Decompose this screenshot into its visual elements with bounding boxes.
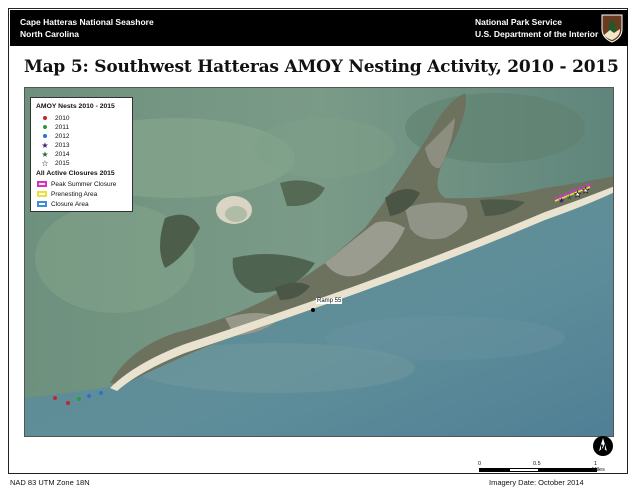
blue-box-icon	[37, 201, 47, 207]
legend-item-prenesting-area: Prenesting Area	[36, 190, 97, 198]
scale-unit: Miles	[592, 467, 605, 473]
north-arrow-icon: N	[593, 436, 613, 456]
legend-item-2014: ★ 2014	[39, 149, 69, 159]
ramp-55-label: Ramp 55	[316, 298, 343, 304]
scale-tick-0: 0	[478, 461, 482, 467]
imagery-date: Imagery Date: October 2014	[489, 478, 584, 487]
legend-item-closure-area: Closure Area	[36, 200, 89, 208]
scale-tick-half: 0.5	[533, 461, 541, 467]
red-dot-icon	[43, 116, 47, 120]
map-title: Map 5: Southwest Hatteras AMOY Nesting A…	[24, 57, 619, 77]
green-dot-icon	[43, 125, 47, 129]
ramp-55-point[interactable]	[311, 308, 315, 312]
legend-nests-heading: AMOY Nests 2010 - 2015	[36, 103, 115, 110]
nest-star-2015b[interactable]: ★	[582, 186, 590, 196]
legend-item-2010: 2010	[39, 114, 69, 122]
blue-dot-icon	[43, 134, 47, 138]
svg-text:★: ★	[558, 196, 565, 205]
legend-item-2015: ☆ 2015	[39, 158, 69, 168]
white-star-icon: ☆	[41, 158, 49, 168]
nest-dot-2010b[interactable]	[66, 401, 70, 405]
nest-dot-2010[interactable]	[53, 396, 57, 400]
dashed-magenta-box-icon	[37, 181, 47, 187]
nest-star-2014[interactable]: ★	[566, 193, 573, 202]
nest-dot-2012b[interactable]	[99, 391, 103, 395]
svg-text:N: N	[600, 444, 605, 451]
projection-note: NAD 83 UTM Zone 18N	[10, 478, 90, 487]
agency-name: National Park Service	[475, 17, 562, 27]
legend-item-2013: ★ 2013	[39, 140, 69, 150]
nest-dot-2011[interactable]	[77, 397, 81, 401]
svg-text:★: ★	[582, 186, 589, 195]
legend-closures-heading: All Active Closures 2015	[36, 170, 115, 177]
legend-item-2011: 2011	[39, 123, 69, 131]
header-banner: Cape Hatteras National Seashore North Ca…	[10, 10, 628, 46]
nest-star-2015[interactable]: ★	[574, 190, 582, 200]
department-name: U.S. Department of the Interior	[475, 29, 599, 39]
map-legend: AMOY Nests 2010 - 2015 2010 2011 2012 ★ …	[30, 97, 133, 212]
nest-star-2013[interactable]: ★	[558, 196, 565, 205]
yellow-box-icon	[37, 191, 47, 197]
state-name: North Carolina	[20, 29, 80, 39]
legend-item-2012: 2012	[39, 132, 69, 140]
purple-star-icon: ★	[41, 140, 49, 150]
nest-dot-2012[interactable]	[87, 394, 91, 398]
svg-text:★: ★	[566, 193, 573, 202]
svg-text:★: ★	[574, 190, 581, 199]
nps-arrowhead-logo-icon	[601, 14, 623, 43]
scale-bar	[479, 468, 597, 472]
green-star-icon: ★	[41, 149, 49, 159]
agency-unit-name: Cape Hatteras National Seashore	[20, 17, 154, 27]
legend-item-peak-summer-closure: Peak Summer Closure	[36, 180, 116, 188]
